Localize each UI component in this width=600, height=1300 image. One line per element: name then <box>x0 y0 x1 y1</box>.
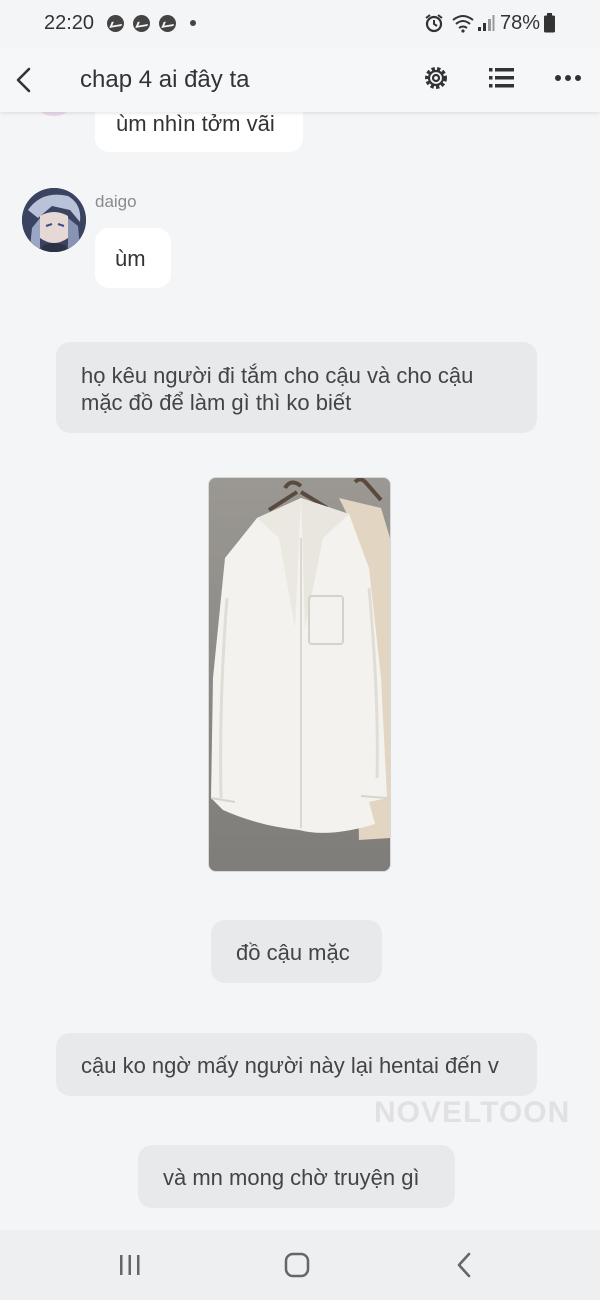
chat-header: chap 4 ai đây ta <box>0 48 600 112</box>
alarm-icon <box>425 14 443 33</box>
messenger-icon <box>159 15 176 32</box>
avatar[interactable] <box>22 188 86 252</box>
back-nav-icon[interactable] <box>454 1252 474 1278</box>
dot-icon <box>190 20 196 26</box>
status-bar: 22:20 78% <box>0 0 600 48</box>
chat-title: chap 4 ai đây ta <box>80 66 250 93</box>
narration-text: và mn mong chờ truyện gì <box>163 1165 420 1190</box>
recent-apps-icon[interactable] <box>118 1253 142 1277</box>
sender-name: daigo <box>95 192 137 211</box>
back-icon[interactable] <box>12 66 36 94</box>
battery-percent: 78% <box>500 12 541 34</box>
narration-bubble[interactable]: họ kêu người đi tắm cho cậu và cho cậu m… <box>56 342 537 433</box>
shirt-photo <box>209 478 390 871</box>
narration-text: cậu ko ngờ mấy người này lại hentai đến … <box>81 1053 499 1078</box>
navigation-bar <box>0 1230 600 1300</box>
message-bubble[interactable]: ùm <box>95 228 171 288</box>
avatar-image <box>22 188 86 252</box>
gear-icon[interactable] <box>422 64 450 92</box>
image-message[interactable] <box>208 477 391 872</box>
list-icon[interactable] <box>488 66 516 90</box>
messenger-icon <box>133 15 150 32</box>
narration-text: đồ cậu mặc <box>236 940 350 965</box>
message-text: ùm nhìn tởm vãi <box>116 111 275 136</box>
messenger-icon <box>107 15 124 32</box>
narration-bubble[interactable]: và mn mong chờ truyện gì <box>138 1145 455 1208</box>
home-icon[interactable] <box>284 1252 310 1278</box>
status-time: 22:20 <box>44 12 95 34</box>
signal-icon <box>478 15 495 31</box>
watermark: NOVELTOON <box>374 1096 571 1129</box>
narration-bubble[interactable]: cậu ko ngờ mấy người này lại hentai đến … <box>56 1033 537 1096</box>
wifi-icon <box>452 15 474 33</box>
message-text: ùm <box>115 246 146 271</box>
more-icon[interactable] <box>554 74 582 82</box>
narration-bubble[interactable]: đồ cậu mặc <box>211 920 382 983</box>
battery-icon <box>544 13 555 33</box>
narration-text: họ kêu người đi tắm cho cậu và cho cậu m… <box>81 363 474 415</box>
